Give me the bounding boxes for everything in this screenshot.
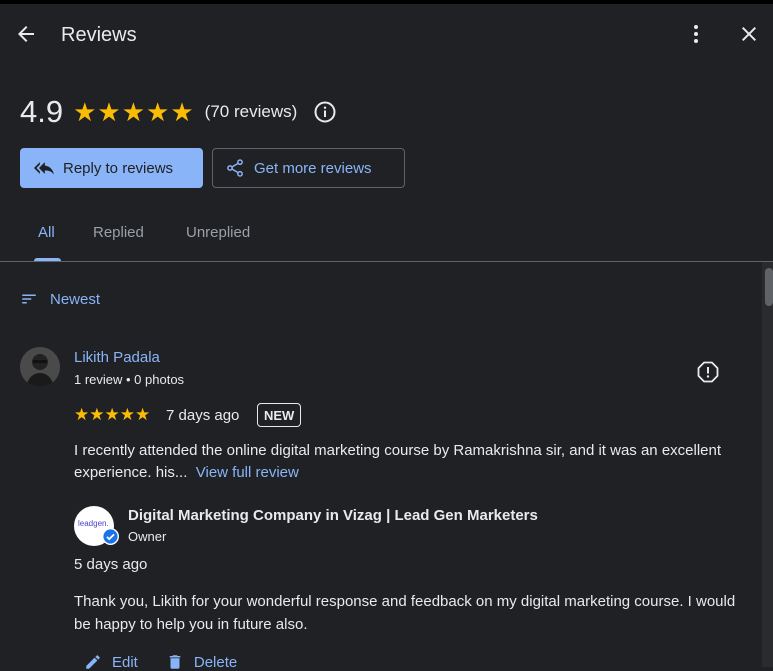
rating-summary: 4.9 ★ ★ ★ ★ ★ (70 reviews)	[20, 94, 337, 130]
reply-text: Thank you, Likith for your wonderful res…	[74, 593, 736, 633]
delete-button[interactable]: Delete	[166, 653, 237, 671]
star-icon: ★	[97, 97, 121, 127]
sort-icon	[22, 294, 36, 304]
page-title: Reviews	[61, 24, 137, 46]
average-rating: 4.9	[20, 94, 64, 129]
edit-label: Edit	[112, 653, 138, 671]
info-icon[interactable]	[313, 100, 337, 124]
review-filter-tabs: All Replied Unreplied	[0, 210, 762, 261]
view-full-review-link[interactable]: View full review	[196, 464, 299, 481]
reviewer-meta: 1 review • 0 photos	[74, 372, 185, 387]
back-icon[interactable]	[12, 20, 40, 48]
scrollbar-thumb[interactable]	[765, 268, 773, 306]
scrollbar-track[interactable]	[762, 262, 773, 667]
edit-icon	[86, 655, 100, 669]
owner-role: Owner	[128, 529, 167, 544]
review-count: (70 reviews)	[204, 102, 298, 121]
edit-button[interactable]: Edit	[84, 653, 138, 671]
get-more-reviews-label: Get more reviews	[254, 159, 372, 177]
delete-icon	[169, 655, 181, 669]
review-date: 7 days ago	[166, 407, 240, 424]
avatar[interactable]	[20, 347, 60, 387]
delete-label: Delete	[193, 653, 238, 671]
review-stars: ★ ★ ★ ★ ★	[74, 405, 150, 425]
tab-replied[interactable]: Replied	[93, 224, 144, 241]
divider	[0, 261, 773, 262]
owner-name: Digital Marketing Company in Vizag | Lea…	[128, 507, 538, 524]
review-text: I recently attended the online digital m…	[74, 440, 744, 484]
star-icon: ★	[135, 405, 151, 424]
tab-all[interactable]: All	[38, 224, 55, 241]
star-icon: ★	[74, 405, 90, 424]
reply-actions: Edit Delete	[84, 653, 265, 671]
sort-label: Newest	[50, 290, 101, 308]
reply-all-icon	[34, 162, 54, 175]
new-badge: NEW	[257, 403, 302, 427]
close-icon[interactable]	[735, 20, 763, 48]
more-vert-icon[interactable]	[682, 20, 710, 48]
star-icon: ★	[121, 97, 146, 127]
review-body: I recently attended the online digital m…	[74, 442, 722, 481]
star-icon: ★	[89, 405, 105, 424]
star-icon: ★	[73, 97, 97, 127]
star-icon: ★	[104, 405, 120, 424]
star-icon: ★	[146, 97, 170, 127]
star-icon: ★	[170, 97, 194, 127]
verified-icon	[102, 528, 119, 545]
rating-stars: ★ ★ ★ ★ ★	[73, 99, 195, 125]
owner-logo-text: leadgen.	[78, 519, 109, 528]
tab-unreplied[interactable]: Unreplied	[186, 224, 250, 241]
reply-to-reviews-label: Reply to reviews	[63, 159, 174, 177]
header: Reviews	[0, 4, 773, 66]
sort-button[interactable]: Newest	[20, 290, 100, 308]
report-icon[interactable]	[694, 358, 722, 386]
reply-date: 5 days ago	[74, 556, 148, 573]
share-icon	[227, 159, 243, 177]
get-more-reviews-button[interactable]: Get more reviews	[212, 148, 405, 188]
reply-to-reviews-button[interactable]: Reply to reviews	[20, 148, 203, 188]
reviewer-name[interactable]: Likith Padala	[74, 349, 160, 366]
star-icon: ★	[119, 405, 135, 424]
